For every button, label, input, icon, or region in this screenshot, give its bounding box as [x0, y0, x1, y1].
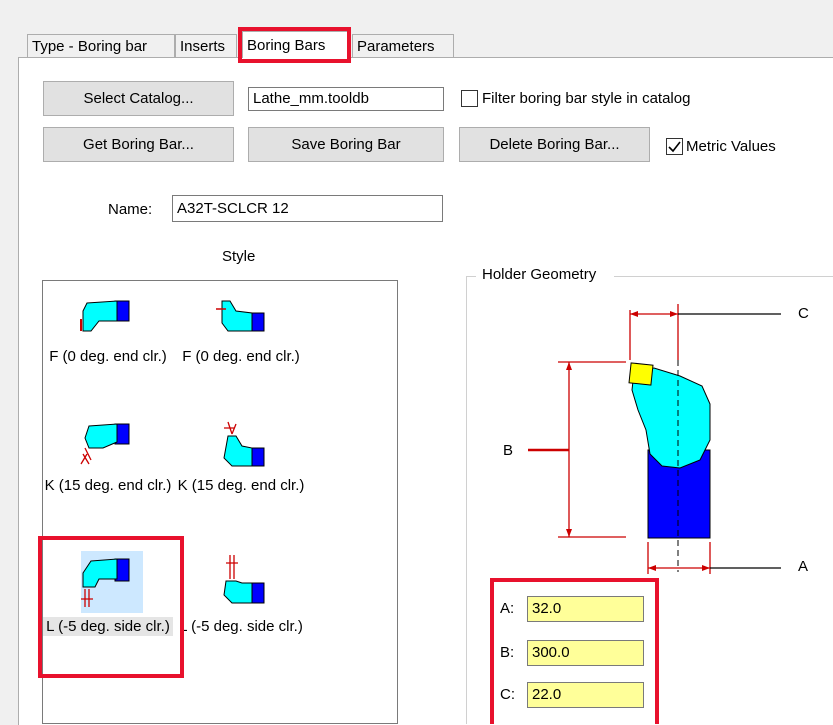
style-f-icon — [216, 300, 265, 332]
field-a-label: A: — [500, 600, 515, 617]
tab-boring-bars[interactable]: Boring Bars — [242, 31, 348, 58]
style-item-f2[interactable]: F (0 deg. end clr.) — [176, 295, 306, 366]
metric-label: Metric Values — [686, 138, 776, 155]
tab-inserts[interactable]: Inserts — [175, 34, 237, 57]
group-border — [614, 276, 833, 277]
style-list[interactable]: F (0 deg. end clr.) F (0 deg. end clr.) … — [42, 280, 398, 724]
style-caption: K (15 deg. end clr.) — [177, 477, 305, 494]
style-caption: L (-5 deg. side clr.) — [43, 617, 173, 636]
group-border — [466, 276, 476, 277]
style-caption: F (0 deg. end clr.) — [49, 348, 167, 365]
label-c: C — [798, 305, 809, 322]
geometry-title: Holder Geometry — [480, 266, 599, 283]
delete-boring-bar-button[interactable]: Delete Boring Bar... — [459, 127, 650, 162]
style-item-f1[interactable]: F (0 deg. end clr.) — [43, 295, 173, 366]
field-b-input[interactable]: 300.0 — [527, 640, 644, 666]
label-a: A — [798, 558, 809, 575]
style-title: Style — [222, 248, 256, 265]
filter-label: Filter boring bar style in catalog — [482, 90, 691, 107]
style-caption: K (15 deg. end clr.) — [44, 477, 172, 494]
label-b: B — [503, 442, 514, 459]
field-c-label: C: — [500, 686, 515, 703]
tab-parameters[interactable]: Parameters — [352, 34, 454, 57]
style-caption: L (-5 deg. side clr.) — [179, 618, 303, 635]
name-field[interactable]: A32T-SCLCR 12 — [172, 195, 443, 222]
field-a-input[interactable]: 32.0 — [527, 596, 644, 622]
tab-type-boring-bar[interactable]: Type - Boring bar — [27, 34, 175, 57]
name-label: Name: — [108, 201, 153, 218]
style-l-icon — [223, 555, 265, 604]
get-boring-bar-button[interactable]: Get Boring Bar... — [43, 127, 234, 162]
style-item-k1[interactable]: K (15 deg. end clr.) — [43, 418, 173, 495]
select-catalog-button[interactable]: Select Catalog... — [43, 81, 234, 116]
metric-checkbox[interactable] — [666, 138, 683, 155]
style-caption: F (0 deg. end clr.) — [182, 348, 300, 365]
style-item-l1[interactable]: L (-5 deg. side clr.) — [43, 551, 173, 636]
style-k-icon — [223, 421, 265, 467]
save-boring-bar-button[interactable]: Save Boring Bar — [248, 127, 444, 162]
style-k-icon — [80, 423, 130, 465]
catalog-field[interactable]: Lathe_mm.tooldb — [248, 87, 444, 111]
filter-checkbox[interactable] — [461, 90, 478, 107]
field-b-label: B: — [500, 644, 515, 661]
checkmark-icon — [668, 141, 681, 153]
style-item-k2[interactable]: K (15 deg. end clr.) — [176, 418, 306, 495]
holder-geometry-diagram — [528, 304, 781, 574]
style-f-icon — [80, 300, 130, 332]
field-c-input[interactable]: 22.0 — [527, 682, 644, 708]
style-l-icon — [81, 558, 130, 607]
style-item-l2[interactable]: L (-5 deg. side clr.) — [176, 551, 306, 636]
